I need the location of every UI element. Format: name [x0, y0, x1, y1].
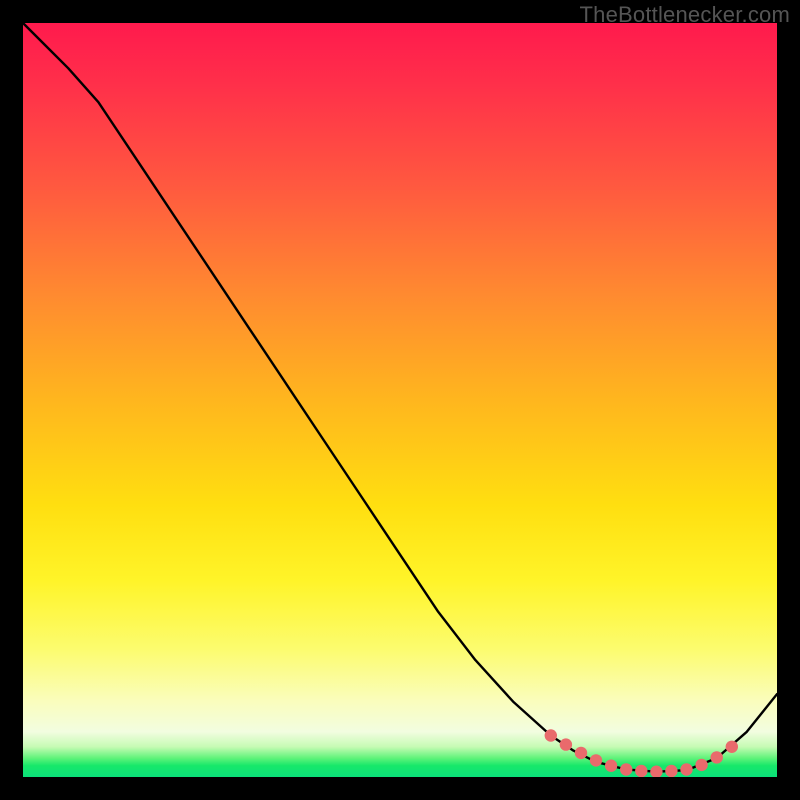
- watermark-text: TheBottlenecker.com: [580, 2, 790, 28]
- marker-dot: [695, 759, 707, 771]
- marker-dot: [590, 754, 602, 766]
- marker-dot: [620, 763, 632, 775]
- plot-area: [23, 23, 777, 777]
- marker-group: [545, 729, 738, 777]
- marker-dot: [680, 763, 692, 775]
- curve-line: [23, 23, 777, 772]
- chart-overlay: [23, 23, 777, 777]
- marker-dot: [711, 751, 723, 763]
- marker-dot: [560, 738, 572, 750]
- chart-frame: TheBottlenecker.com: [0, 0, 800, 800]
- marker-dot: [605, 760, 617, 772]
- marker-dot: [726, 741, 738, 753]
- marker-dot: [545, 729, 557, 741]
- marker-dot: [665, 765, 677, 777]
- marker-dot: [650, 766, 662, 778]
- marker-dot: [575, 747, 587, 759]
- marker-dot: [635, 765, 647, 777]
